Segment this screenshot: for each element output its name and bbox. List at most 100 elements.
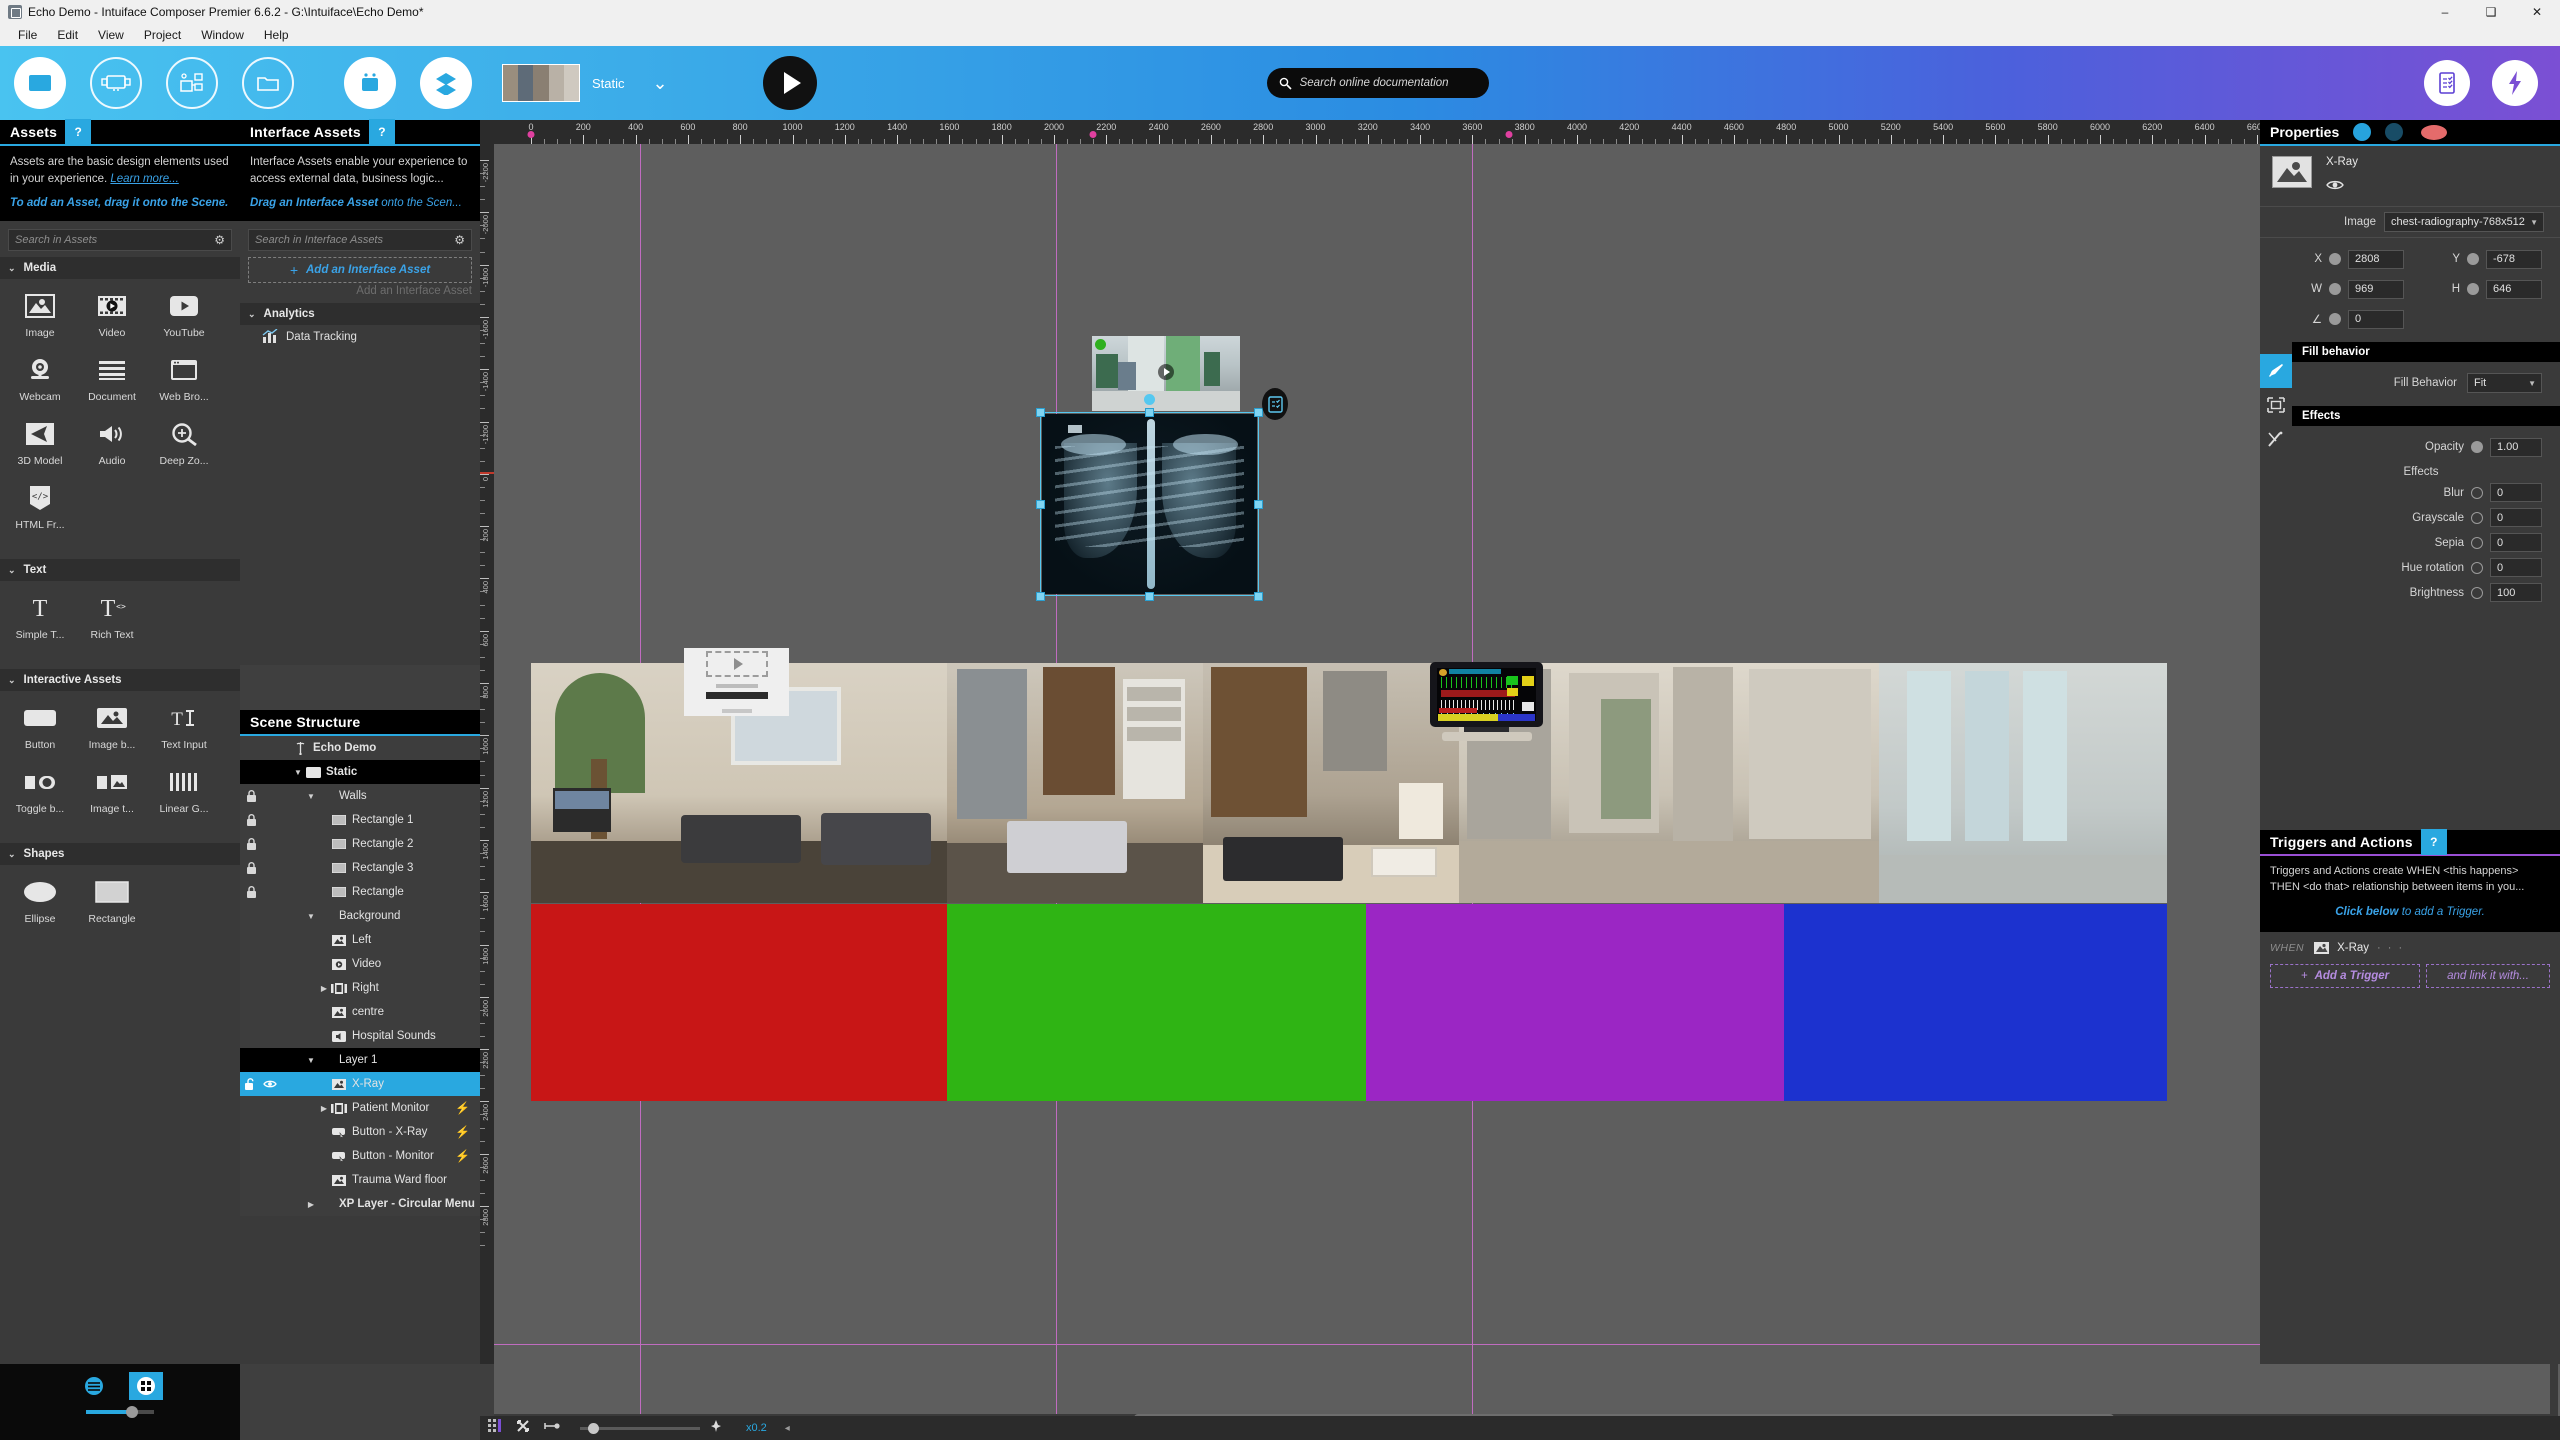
handle-top-center[interactable] <box>1145 408 1154 417</box>
asset-web-browser[interactable]: Web Bro... <box>148 353 220 403</box>
scene-photo-centre[interactable] <box>1203 663 1459 903</box>
canvas-zoom-slider[interactable] <box>580 1427 700 1430</box>
image-source-select[interactable]: chest-radiography-768x512 ▼ <box>2384 212 2544 232</box>
transform-x-dot-icon[interactable] <box>2329 253 2341 265</box>
interface-assets-search-input[interactable] <box>255 234 450 246</box>
canvas-zoom-knob[interactable] <box>588 1423 599 1434</box>
lock-icon[interactable] <box>240 862 262 874</box>
tree-row-xp-layer-circular-menu[interactable]: ▶XP Layer - Circular Menu <box>240 1192 480 1216</box>
handle-bottom-right[interactable] <box>1254 592 1263 601</box>
asset-rich-text[interactable]: T<> Rich Text <box>76 591 148 641</box>
tab-grid-view[interactable] <box>129 1372 163 1400</box>
chevron-down-icon[interactable]: ▼ <box>291 768 305 777</box>
asset-ellipse[interactable]: Ellipse <box>4 875 76 925</box>
lock-icon[interactable] <box>240 790 262 802</box>
effect-dot-icon[interactable] <box>2471 587 2483 599</box>
device-button[interactable] <box>344 57 396 109</box>
asset-deep-zoom[interactable]: Deep Zo... <box>148 417 220 467</box>
asset-document[interactable]: Document <box>76 353 148 403</box>
transform-angle-input[interactable]: 0 <box>2348 310 2404 329</box>
assets-section-text[interactable]: ⌄ Text <box>0 559 240 581</box>
red-bar[interactable] <box>531 904 947 1101</box>
menu-view[interactable]: View <box>88 26 134 44</box>
tree-row-layer-1[interactable]: ▼Layer 1 <box>240 1048 480 1072</box>
menu-file[interactable]: File <box>8 26 47 44</box>
assets-section-media[interactable]: ⌄ Media <box>0 257 240 279</box>
asset-youtube[interactable]: YouTube <box>148 289 220 339</box>
when-overflow-dots[interactable]: · · · <box>2377 942 2404 954</box>
effect-value-input[interactable]: 0 <box>2490 508 2542 527</box>
trigger-lightning-icon[interactable]: ⚡ <box>455 1101 470 1115</box>
asset-button[interactable]: Button <box>4 701 76 751</box>
effect-dot-icon[interactable] <box>2471 562 2483 574</box>
guide-marker-2[interactable] <box>1090 131 1097 138</box>
asset-linear-gauge[interactable]: Linear G... <box>148 765 220 815</box>
menu-edit[interactable]: Edit <box>47 26 88 44</box>
assets-search-gear-icon[interactable]: ⚙ <box>214 233 225 247</box>
asset-image-toggle[interactable]: Image t... <box>76 765 148 815</box>
lock-icon[interactable] <box>240 886 262 898</box>
transform-x-input[interactable]: 2808 <box>2348 250 2404 269</box>
assets-help-button[interactable]: ? <box>65 119 91 145</box>
slider-track[interactable] <box>86 1410 154 1414</box>
search-documentation[interactable]: Search online documentation <box>1267 68 1489 98</box>
tree-row-centre[interactable]: centre <box>240 1000 480 1024</box>
play-button[interactable] <box>763 56 817 110</box>
tree-row-left[interactable]: Left <box>240 928 480 952</box>
chevron-down-icon[interactable]: ▼ <box>304 792 318 801</box>
pin-icon[interactable] <box>710 1419 722 1438</box>
ruler-toggle-icon[interactable] <box>544 1419 560 1438</box>
effect-dot-icon[interactable] <box>2471 537 2483 549</box>
patient-monitor-image[interactable] <box>1424 662 1549 742</box>
fill-behavior-select[interactable]: Fit ▼ <box>2467 373 2542 393</box>
tree-row-video[interactable]: Video <box>240 952 480 976</box>
effect-value-input[interactable]: 0 <box>2490 533 2542 552</box>
asset-3d-model[interactable]: 3D Model <box>4 417 76 467</box>
globe-inactive-icon[interactable] <box>2385 123 2403 141</box>
eye-icon[interactable] <box>262 1079 278 1089</box>
trigger-lightning-icon[interactable]: ⚡ <box>455 1125 470 1139</box>
magic-tab[interactable] <box>2260 422 2292 456</box>
scene-dropdown-caret[interactable]: ⌄ <box>653 73 668 94</box>
minimize-button[interactable]: – <box>2422 0 2468 24</box>
grid-toggle-icon[interactable] <box>488 1419 502 1438</box>
checklist-button[interactable] <box>2424 60 2470 106</box>
interface-assets-section-analytics[interactable]: ⌄ Analytics <box>240 303 480 325</box>
xray-image[interactable] <box>1042 414 1257 594</box>
asset-toggle-button[interactable]: Toggle b... <box>4 765 76 815</box>
scene-transition-button[interactable] <box>90 57 142 109</box>
frame-tab[interactable] <box>2260 388 2292 422</box>
item-properties-badge[interactable] <box>1262 388 1288 420</box>
blue-bar[interactable] <box>1784 904 2167 1101</box>
snap-toggle-icon[interactable] <box>516 1419 530 1438</box>
slider-knob[interactable] <box>126 1406 138 1418</box>
tree-row-background[interactable]: ▼Background <box>240 904 480 928</box>
tree-row-walls[interactable]: ▼Walls <box>240 784 480 808</box>
handle-top-right[interactable] <box>1254 408 1263 417</box>
handle-top-left[interactable] <box>1036 408 1045 417</box>
tree-row-rectangle-1[interactable]: Rectangle 1 <box>240 808 480 832</box>
assets-search-input[interactable] <box>15 234 210 246</box>
object-visibility-toggle[interactable] <box>2326 178 2358 196</box>
guide-marker-3[interactable] <box>1506 131 1513 138</box>
link-it-with-button[interactable]: and link it with... <box>2426 964 2550 988</box>
tab-list-view[interactable] <box>77 1372 111 1400</box>
folder-button[interactable] <box>242 57 294 109</box>
tree-row-echo-demo[interactable]: Echo Demo <box>240 736 480 760</box>
lock-icon[interactable] <box>240 814 262 826</box>
effect-value-input[interactable]: 0 <box>2490 558 2542 577</box>
purple-bar[interactable] <box>1366 904 1784 1101</box>
scene-flow-button[interactable] <box>166 57 218 109</box>
tree-row-static[interactable]: ▼Static <box>240 760 480 784</box>
transform-y-dot-icon[interactable] <box>2467 253 2479 265</box>
handle-bottom-center[interactable] <box>1145 592 1154 601</box>
asset-webcam[interactable]: Webcam <box>4 353 76 403</box>
opacity-dot-icon[interactable] <box>2471 441 2483 453</box>
chevron-right-icon[interactable]: ▶ <box>317 1104 331 1113</box>
chevron-right-icon[interactable]: ▶ <box>317 984 331 993</box>
effect-dot-icon[interactable] <box>2471 512 2483 524</box>
handle-bottom-left[interactable] <box>1036 592 1045 601</box>
rotate-handle[interactable] <box>1144 394 1155 405</box>
triggers-help-button[interactable]: ? <box>2421 829 2447 855</box>
brush-tab[interactable] <box>2260 354 2292 388</box>
